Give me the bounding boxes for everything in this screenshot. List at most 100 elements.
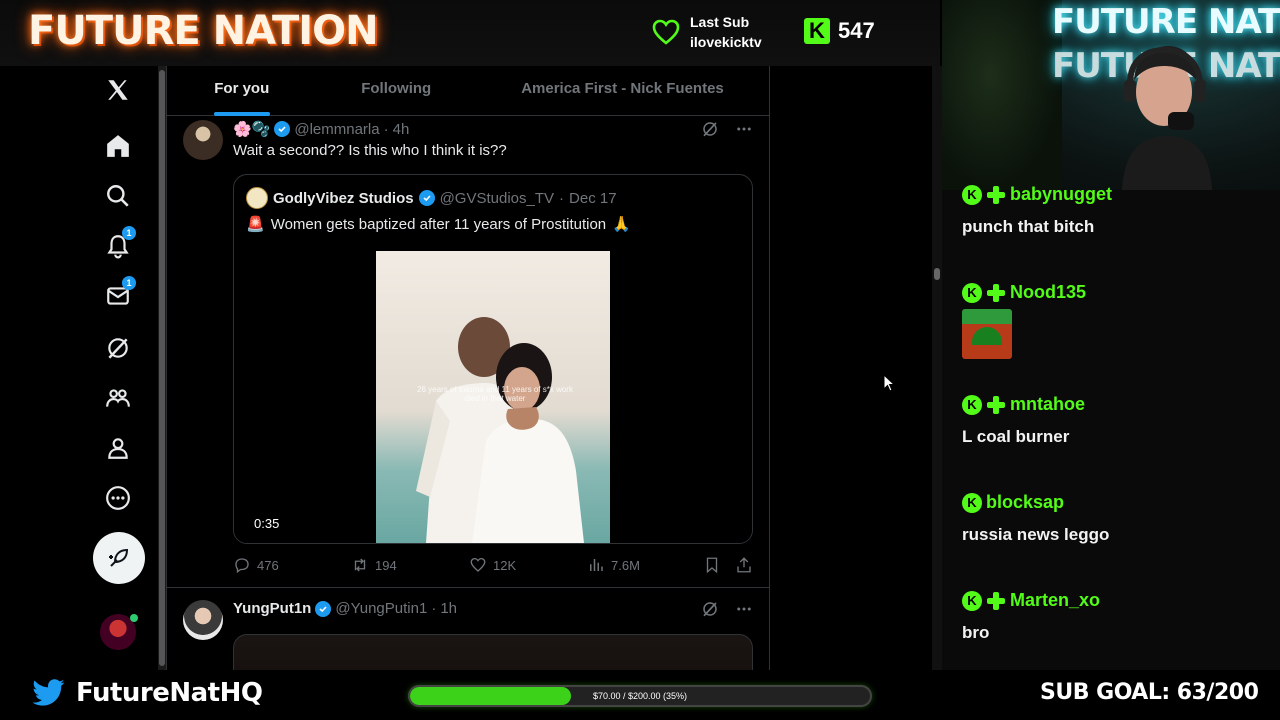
video-player[interactable]: 26 years of trauma and 11 years of s*x w… [234,251,752,543]
subscriber-badge-icon [986,395,1006,415]
tab-america-first[interactable]: America First - Nick Fuentes [476,66,769,116]
stream-bottom-bar: FutureNatHQ $70.00 / $200.00 (35%) SUB G… [0,670,1280,720]
views-button[interactable]: 7.6M [587,556,705,574]
twitter-handle: FutureNatHQ [76,678,263,708]
quoted-avatar[interactable] [246,187,268,209]
share-icon[interactable] [735,556,753,574]
notifications-icon[interactable]: 1 [96,224,140,268]
quoted-text: Women gets baptized after 11 years of Pr… [270,215,607,233]
tweet-avatar[interactable] [183,120,223,160]
chat-username[interactable]: babynugget [1010,184,1112,205]
twitter-bird-icon [32,679,65,706]
subscriber-badge-icon [986,591,1006,611]
repost-count: 194 [375,557,397,573]
timeline: For you Following America First - Nick F… [166,66,770,670]
grok-icon[interactable] [701,600,719,618]
verified-icon [418,190,435,206]
tweet-time[interactable]: 1h [440,600,457,617]
kick-badge-icon: K [962,492,982,513]
quoted-name[interactable]: GodlyVibez Studios [273,190,414,207]
subscriber-badge-icon [986,283,1006,303]
more-options-icon[interactable] [735,600,753,618]
quoted-tweet[interactable]: GodlyVibez Studios @GVStudios_TV · Dec 1… [233,174,753,544]
home-icon[interactable] [96,124,140,168]
x-logo-icon[interactable] [96,68,140,112]
notifications-badge: 1 [122,226,136,240]
tweet-media[interactable] [233,634,753,670]
neon-sign-line: FUTURE NATION [1052,2,1280,42]
x-sidebar: 1 1 [0,66,160,670]
tweet-handle[interactable]: @YungPutin1 [335,600,427,617]
webcam-feed: FUTURE NATION FUTURE NATION [942,0,1280,190]
tweet-action-bar: 476 194 12K 7.6M [233,556,753,574]
kick-badge-icon: K [962,184,982,205]
kick-badge-icon: K [962,590,982,611]
more-icon[interactable] [96,476,140,520]
chat-message: K Marten_xo bro [962,590,1100,643]
tweet-time[interactable]: 4h [393,121,410,138]
chat-username[interactable]: Nood135 [1010,282,1086,303]
quoted-handle[interactable]: @GVStudios_TV [440,190,554,207]
kick-logo-icon: K [804,18,830,44]
tab-following[interactable]: Following [317,66,476,116]
chat-message: K mntahoe L coal burner [962,394,1085,447]
last-sub-user: ilovekicktv [690,34,762,50]
tweet-emoji-name[interactable]: 🌸🫧 [233,120,270,138]
chat-username[interactable]: Marten_xo [1010,590,1100,611]
quoted-text-line: 🚨 Women gets baptized after 11 years of … [246,215,631,234]
mouse-cursor-icon [883,374,895,392]
reply-icon [235,558,249,574]
repost-icon [354,558,366,572]
page-scrollbar[interactable] [932,66,942,670]
sidebar-scrollbar[interactable] [158,66,166,670]
reply-count: 476 [257,557,279,573]
more-options-icon[interactable] [735,120,753,138]
chat-emote [962,309,1012,359]
brand-logo: FUTURE NATION [28,8,379,54]
video-frame[interactable]: 26 years of trauma and 11 years of s*x w… [376,251,610,543]
tweet[interactable]: 🌸🫧 @lemmnarla · 4h Wait a second?? Is th… [167,116,769,588]
tab-for-you[interactable]: For you [167,66,317,116]
verified-icon [274,121,291,137]
last-sub-label: Last Sub [690,14,750,30]
tweet-author-name[interactable]: YungPut1n [233,600,311,617]
chat-text: punch that bitch [962,217,1095,236]
view-count: 7.6M [611,557,640,573]
chat-text: L coal burner [962,427,1070,446]
quoted-tweet-header: GodlyVibez Studios @GVStudios_TV · Dec 1… [246,187,617,209]
tweet[interactable]: YungPut1n @YungPutin1 · 1h [167,588,769,670]
repost-button[interactable]: 194 [351,556,469,574]
messages-icon[interactable]: 1 [96,274,140,318]
chat-username[interactable]: blocksap [986,492,1064,513]
profile-icon[interactable] [96,426,140,470]
feather-icon [109,548,129,567]
praying-hands-icon: 🙏 [612,216,631,233]
search-icon[interactable] [96,174,140,218]
tweet-avatar[interactable] [183,600,223,640]
webcam-plant [942,0,1062,190]
chat-username[interactable]: mntahoe [1010,394,1085,415]
reply-button[interactable]: 476 [233,556,351,574]
verified-icon [315,600,332,617]
like-button[interactable]: 12K [469,556,587,574]
tweet-header: 🌸🫧 @lemmnarla · 4h [233,120,410,139]
communities-icon[interactable] [96,376,140,420]
chat-text: russia news leggo [962,525,1110,544]
like-count: 12K [493,557,517,573]
grok-icon[interactable] [96,326,140,370]
chat-message: K babynugget punch that bitch [962,184,1112,237]
bookmark-icon[interactable] [703,556,721,574]
video-figure-woman [472,343,584,543]
tweet-handle[interactable]: @lemmnarla [294,121,379,138]
streamer-figure [1122,46,1212,190]
subscriber-badge-icon [986,185,1006,205]
heart-icon [652,19,680,45]
grok-icon[interactable] [701,120,719,138]
stream-top-bar: FUTURE NATION Last Sub ilovekicktv K 547 [0,0,940,66]
tweet-header: YungPut1n @YungPutin1 · 1h [233,600,457,617]
kick-badge-icon: K [962,394,982,415]
online-status-dot [130,614,138,622]
compose-post-button[interactable] [93,532,145,584]
quoted-date[interactable]: Dec 17 [569,190,617,207]
live-chat: K babynugget punch that bitch K Nood135 … [942,180,1280,670]
